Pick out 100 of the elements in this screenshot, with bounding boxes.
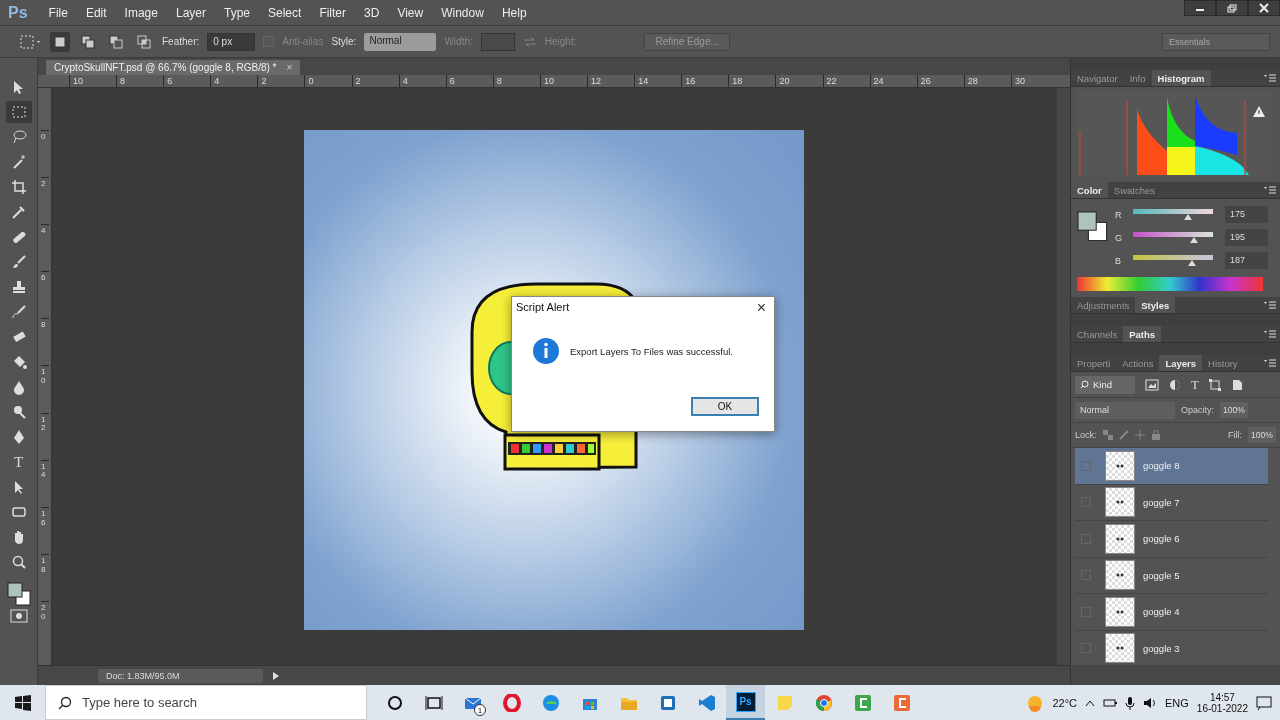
dialog-close[interactable]: × (756, 301, 766, 319)
restore-button[interactable] (1216, 0, 1248, 16)
menu-item[interactable]: Type (215, 5, 259, 20)
panel-tab[interactable]: Actions (1116, 355, 1160, 371)
style-label: Style: (331, 36, 357, 47)
quick-mask-icon[interactable] (9, 609, 28, 623)
clock-time[interactable]: 14:57 (1209, 691, 1235, 703)
dots-icon (1115, 463, 1125, 468)
slider-thumb[interactable] (1189, 236, 1198, 243)
panel-menu-icon[interactable] (1264, 301, 1276, 309)
menu-item[interactable]: Layer (166, 5, 215, 20)
clock-date[interactable]: 16-01-2022 (1196, 702, 1248, 714)
layer-row[interactable]: goggle 7 (1075, 484, 1268, 521)
ruler-label: 20 (41, 600, 49, 649)
panel-tab[interactable]: Navigator (1071, 70, 1124, 86)
color-swatches[interactable] (6, 582, 31, 606)
checker-icon[interactable] (1102, 430, 1113, 440)
close-button[interactable] (1248, 0, 1280, 16)
taskbar-app[interactable]: Ps (726, 685, 765, 720)
layer-row[interactable]: goggle 4 (1075, 594, 1268, 631)
taskbar-app[interactable]: 1 (453, 685, 492, 720)
feather-field[interactable]: 0 px (207, 32, 256, 51)
menu-item[interactable]: Help (492, 5, 536, 20)
blend-mode-dropdown[interactable]: Normal (1075, 401, 1175, 419)
panel-tab[interactable]: Styles (1135, 297, 1176, 313)
shape-filter-icon[interactable] (1208, 378, 1221, 391)
fill-field[interactable]: 100% (1248, 427, 1276, 443)
menu-item[interactable]: 3D (355, 5, 389, 20)
panel-tab[interactable]: Layers (1159, 355, 1203, 371)
panel-tab[interactable]: Paths (1123, 326, 1161, 342)
search-field[interactable]: Type here to search (45, 685, 367, 720)
marquee-icon (10, 104, 27, 120)
panel-tab[interactable]: History (1202, 355, 1244, 371)
image-filter-icon[interactable] (1145, 378, 1159, 391)
dots-icon (1115, 573, 1125, 578)
panel-tab[interactable]: Channels (1071, 326, 1124, 342)
status-menu-arrow[interactable] (273, 671, 279, 680)
menu-item[interactable]: View (388, 5, 433, 20)
layer-row[interactable]: goggle 8 (1075, 448, 1268, 485)
menu-item[interactable]: Filter (310, 5, 356, 20)
panel-menu-icon[interactable] (1264, 359, 1276, 367)
marquee-preset-icon[interactable] (20, 34, 42, 49)
panel-tab[interactable]: Properti (1071, 355, 1117, 371)
menu-item[interactable]: File (39, 5, 77, 20)
ruler-label: 30 (1010, 75, 1058, 87)
half-circle-icon[interactable] (1169, 378, 1181, 391)
channel-value-field[interactable]: 195 (1225, 229, 1268, 246)
layer-name: goggle 3 (1143, 642, 1180, 654)
ruler-label: 4 (210, 75, 258, 87)
stamp-icon (10, 279, 27, 295)
menu-item[interactable]: Edit (76, 5, 116, 20)
ok-button[interactable]: OK (691, 396, 759, 416)
tool-button[interactable] (5, 101, 32, 123)
panel-tab[interactable]: Histogram (1151, 70, 1211, 86)
type-filter-button[interactable]: T (1191, 376, 1199, 393)
menu-item[interactable]: Window (432, 5, 493, 20)
panel-tab[interactable]: Adjustments (1071, 297, 1136, 313)
visibility-toggle[interactable] (1081, 460, 1091, 471)
panel-menu-icon[interactable] (1264, 186, 1276, 194)
layer-row[interactable]: goggle 5 (1075, 557, 1268, 594)
speaker-icon[interactable] (1143, 696, 1157, 709)
notification-icon[interactable] (1256, 695, 1272, 710)
dialog-message: Export Layers To Files was successful. (570, 345, 733, 357)
tab-close[interactable]: × (286, 62, 293, 73)
opacity-field[interactable]: 100% (1220, 402, 1248, 418)
minimize-button[interactable] (1184, 0, 1216, 16)
panel-menu-icon[interactable] (1264, 330, 1276, 338)
search-icon (58, 695, 72, 710)
microphone-icon[interactable] (1125, 695, 1135, 710)
panel-tab[interactable]: Swatches (1107, 182, 1161, 198)
document-icon[interactable] (1230, 378, 1243, 391)
search-icon (1080, 380, 1089, 389)
warning-icon[interactable] (1253, 106, 1265, 117)
color-swatches[interactable] (1077, 211, 1108, 242)
ruler-label: 0 (41, 130, 49, 178)
selection-mode-button[interactable] (50, 31, 70, 52)
notification-badge: 1 (474, 704, 486, 716)
restore-icon (1227, 3, 1237, 13)
color-spectrum[interactable] (1077, 276, 1263, 291)
battery-icon[interactable] (1103, 697, 1117, 708)
layer-filter-dropdown[interactable]: Kind (1075, 375, 1135, 394)
layer-row[interactable]: goggle 6 (1075, 521, 1268, 558)
ruler-label: 20 (775, 75, 823, 87)
channel-value-field[interactable]: 175 (1225, 206, 1268, 223)
menu-item[interactable]: Select (259, 5, 311, 20)
type-tool[interactable]: T (5, 451, 32, 473)
panel-tab[interactable]: Info (1123, 70, 1152, 86)
language-indicator[interactable]: ENG (1165, 696, 1189, 709)
channel-value-field[interactable]: 187 (1225, 252, 1268, 269)
chevron-up-icon[interactable] (1085, 698, 1095, 707)
slider-thumb[interactable] (1188, 259, 1197, 266)
style-dropdown[interactable]: Normal (364, 32, 437, 51)
ruler-label: 18 (728, 75, 776, 87)
ruler-label: 8 (116, 75, 164, 87)
ruler-label: 8 (492, 75, 540, 87)
document-tab[interactable]: CryptoSkullNFT.psd @ 66.7% (goggle 8, RGB/8) * × (46, 60, 301, 75)
menu-item[interactable]: Image (115, 5, 167, 20)
slider-thumb[interactable] (1184, 213, 1193, 220)
panel-tab[interactable]: Color (1071, 182, 1108, 198)
panel-menu-icon[interactable] (1264, 74, 1276, 82)
